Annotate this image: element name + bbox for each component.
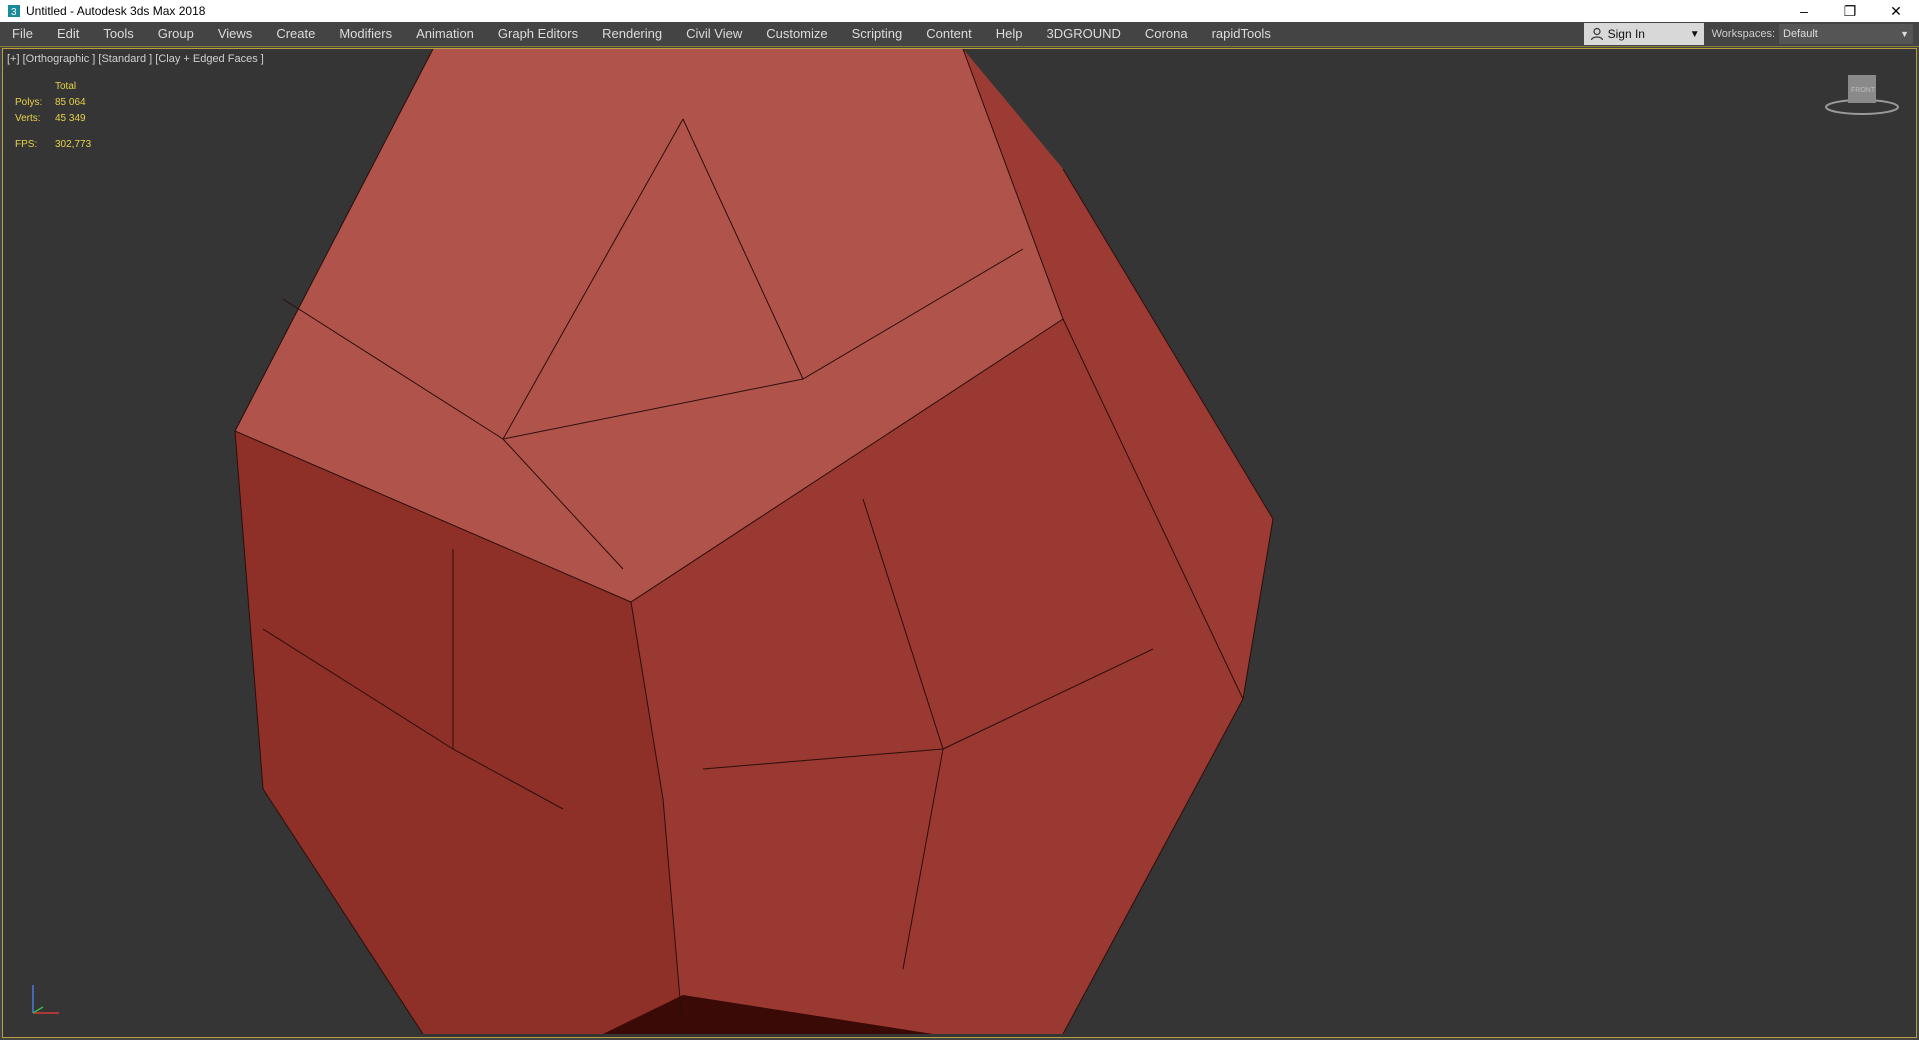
- menu-customize[interactable]: Customize: [754, 22, 839, 46]
- workspaces-dropdown[interactable]: Default ▼: [1779, 24, 1913, 44]
- menu-rapidtools[interactable]: rapidTools: [1200, 22, 1283, 46]
- menu-content[interactable]: Content: [914, 22, 984, 46]
- menu-scripting[interactable]: Scripting: [840, 22, 915, 46]
- menu-3dground[interactable]: 3DGROUND: [1035, 22, 1133, 46]
- menu-create[interactable]: Create: [264, 22, 327, 46]
- viewport-label[interactable]: [+] [Orthographic ] [Standard ] [Clay + …: [7, 53, 264, 65]
- polys-label: Polys:: [15, 97, 43, 108]
- viewcube-icon[interactable]: FRONT: [1822, 69, 1902, 119]
- sign-in-label: Sign In: [1607, 27, 1645, 41]
- menu-corona[interactable]: Corona: [1133, 22, 1200, 46]
- menu-views[interactable]: Views: [206, 22, 264, 46]
- menu-edit[interactable]: Edit: [45, 22, 91, 46]
- axis-tripod-icon: [32, 985, 59, 1014]
- dodecahedron-mesh[interactable]: [3, 49, 1916, 1037]
- chevron-down-icon: ▼: [1900, 29, 1909, 39]
- menu-tools[interactable]: Tools: [91, 22, 145, 46]
- menu-file[interactable]: File: [0, 22, 45, 46]
- menu-rendering[interactable]: Rendering: [590, 22, 674, 46]
- menu-bar: File Edit Tools Group Views Create Modif…: [0, 22, 1919, 47]
- minimize-icon[interactable]: –: [1781, 0, 1827, 22]
- stats-header: Total: [55, 81, 77, 92]
- verts-value: 45 349: [55, 113, 86, 124]
- sign-in-button[interactable]: Sign In ▼: [1583, 23, 1704, 45]
- window-title: Untitled - Autodesk 3ds Max 2018: [26, 4, 206, 18]
- chevron-down-icon: ▼: [1689, 28, 1700, 40]
- workspaces-label: Workspaces:: [1711, 28, 1775, 40]
- perspective-viewport[interactable]: [+] [Orthographic ] [Standard ] [Clay + …: [2, 48, 1917, 1038]
- viewcube-face-label: FRONT: [1851, 87, 1876, 94]
- fps-label: FPS:: [15, 139, 38, 150]
- menu-civil-view[interactable]: Civil View: [674, 22, 754, 46]
- title-bar: 3 Untitled - Autodesk 3ds Max 2018 – ❐ ✕: [0, 0, 1919, 22]
- 3dsmax-app-icon[interactable]: 3: [6, 3, 22, 19]
- statistics-overlay: Total Polys: 85 064 Verts: 45 349 FPS: 302,…: [15, 79, 91, 153]
- menu-help[interactable]: Help: [984, 22, 1035, 46]
- polys-value: 85 064: [55, 97, 86, 108]
- user-icon: [1590, 27, 1603, 41]
- restore-icon[interactable]: ❐: [1827, 0, 1873, 22]
- close-icon[interactable]: ✕: [1873, 0, 1919, 22]
- menu-animation[interactable]: Animation: [404, 22, 486, 46]
- menu-modifiers[interactable]: Modifiers: [327, 22, 404, 46]
- menu-group[interactable]: Group: [146, 22, 206, 46]
- fps-value: 302,773: [55, 139, 92, 150]
- menu-graph-editors[interactable]: Graph Editors: [486, 22, 590, 46]
- workspace-value: Default: [1783, 28, 1818, 40]
- svg-text:3: 3: [11, 7, 17, 18]
- verts-label: Verts:: [15, 113, 41, 124]
